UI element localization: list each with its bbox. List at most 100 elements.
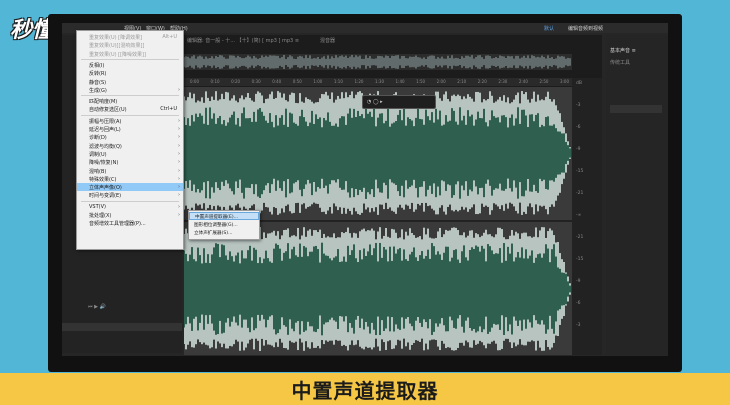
editor-tab[interactable]: 编辑器: 音一般 - 十... 【十】(简) [ mp3 ] mp3 ≡: [187, 37, 299, 44]
menu-item-label: 时间与变调(E): [89, 193, 122, 200]
db-tick-label: -15: [576, 257, 584, 262]
submenu-arrow-icon: ›: [178, 212, 180, 218]
submenu-arrow-icon: ›: [178, 167, 180, 174]
menu-item[interactable]: 生成(G) ›: [77, 86, 183, 94]
volume-knob-icon[interactable]: ◔ ◯ ▸: [367, 99, 383, 105]
menu-item-label: 振幅与压限(A): [89, 118, 122, 125]
submenu-arrow-icon: ›: [178, 86, 180, 93]
menu-item-shortcut: Ctrl+U: [160, 106, 177, 113]
menu-item[interactable]: 静音(S): [77, 78, 183, 86]
stereo-imagery-submenu: 中置声道提取器(E)... 图形相位调整器(G)... 立体声扩展器(S)...: [188, 210, 260, 240]
menu-item[interactable]: 混响(B) ›: [77, 167, 183, 175]
ruler-tick-label: 0:00: [190, 79, 199, 84]
effects-menu: 重复效果(U) [降调效果] Alt+U 重复效果(U)[[混响效果]] 重复效果(U…: [76, 30, 184, 250]
db-tick-label: -6: [576, 301, 581, 306]
ruler-tick-label: 0:30: [251, 79, 261, 84]
menu-item-label: 特殊效果(C): [89, 176, 117, 183]
menu-item-label: 批处理(X): [89, 213, 112, 219]
menu-item[interactable]: 重复效果(U)[[混响效果]]: [77, 41, 183, 49]
ruler-tick-label: 3:00: [560, 79, 569, 84]
menu-item-label: 立体声声像(O): [89, 185, 122, 192]
submenu-arrow-icon: ›: [178, 175, 180, 182]
menu-item[interactable]: 重复效果(U) [降调效果] Alt+U: [77, 33, 183, 41]
ruler-tick-label: 1:10: [333, 79, 343, 84]
db-scale: dB -3 -6 -9 -15 -21 -∞ -21 -15 -9 -6 -3: [572, 78, 602, 355]
ruler-tick-label: 0:50: [292, 79, 302, 84]
menu-item-label: 匹配响度(M): [89, 99, 118, 106]
right-panel-title: 基本声音 ≡: [610, 48, 636, 54]
menu-item[interactable]: 振幅与压限(A) ›: [77, 117, 183, 125]
ruler-tick-label: 2:20: [477, 79, 487, 84]
menu-separator: [81, 200, 179, 202]
transport-icons: ⏮ ▶ 🔊: [88, 304, 106, 310]
ruler-tick-label: 1:20: [354, 79, 364, 84]
submenu-arrow-icon: ›: [178, 126, 180, 132]
menu-item[interactable]: 降噪/恢复(N) ›: [77, 158, 183, 166]
menu-separator: [81, 95, 179, 97]
ruler-tick-label: 2:40: [518, 79, 528, 84]
menu-item-shortcut: Alt+U: [162, 34, 177, 40]
db-tick-label: dB: [576, 81, 582, 86]
menu-item-label: 反转(R): [89, 71, 107, 78]
menu-item[interactable]: 重复效果(U) [[降噪效果]]: [77, 50, 183, 58]
menu-item[interactable]: 批处理(X) ›: [77, 211, 183, 219]
app-window: 视图(V) 窗口(W) 帮助(H) 默认 编辑音频到视频 ⏮ ▶ 🔊 编辑器: …: [62, 23, 668, 356]
menu-item[interactable]: VST(V) ›: [77, 203, 183, 211]
ruler-tick-label: 1:30: [375, 79, 384, 84]
ruler-tick-label: 0:40: [272, 79, 282, 84]
submenu-arrow-icon: ›: [178, 150, 180, 157]
hud-controls[interactable]: ◔ ◯ ▸: [362, 95, 436, 109]
db-tick-label: -3: [576, 323, 581, 328]
submenu-item-label: 立体声扩展器(S)...: [194, 231, 233, 236]
db-tick-label: -∞: [576, 213, 582, 218]
db-tick-label: -15: [576, 169, 584, 174]
right-panel-sub: 传统工具: [610, 60, 631, 66]
menu-item-label: 诊断(D): [89, 135, 107, 142]
submenu-item-label: 中置声道提取器(E)...: [195, 215, 239, 220]
menu-item[interactable]: 匹配响度(M): [77, 97, 183, 105]
ruler-tick-label: 2:00: [436, 79, 446, 84]
db-tick-label: -3: [576, 103, 581, 108]
submenu-arrow-icon: ›: [178, 184, 180, 191]
menu-item[interactable]: 调制(U) ›: [77, 150, 183, 158]
menu-item-label: 混响(B): [89, 168, 107, 175]
menu-separator: [81, 114, 179, 116]
menu-item-label: 降噪/恢复(N): [89, 160, 119, 167]
workspace-tab-default[interactable]: 默认: [544, 25, 554, 32]
essential-sound-panel: 基本声音 ≡ 传统工具: [606, 35, 668, 355]
workspace-tab-video[interactable]: 编辑音频到视频: [568, 25, 603, 32]
waveform-overview[interactable]: [183, 54, 572, 70]
menu-item[interactable]: 反相(I): [77, 61, 183, 69]
menu-item[interactable]: 音频增效工具管理器(P)...: [77, 219, 183, 227]
ruler-tick-label: 1:00: [313, 79, 323, 84]
menu-item-label: 滤波与均衡(Q): [89, 143, 122, 150]
submenu-arrow-icon: ›: [178, 192, 180, 199]
menu-item[interactable]: 时间与变调(E) ›: [77, 191, 183, 199]
menu-item[interactable]: 诊断(D) ›: [77, 133, 183, 141]
submenu-item[interactable]: 立体声扩展器(S)...: [189, 229, 259, 237]
time-ruler[interactable]: 0:00 0:10 0:20 0:30 0:40 0:50 1:00 1:10 1:20 1:30…: [184, 78, 572, 86]
mixer-tab[interactable]: 混音器: [320, 37, 335, 44]
ruler-tick-label: 2:30: [498, 79, 508, 84]
submenu-arrow-icon: ›: [178, 134, 180, 141]
db-tick-label: -21: [576, 235, 584, 240]
panel-footer: [62, 323, 182, 331]
ruler-tick-label: 0:10: [210, 79, 220, 84]
menu-item[interactable]: 自动修复选区(U) Ctrl+U: [77, 105, 183, 113]
submenu-item[interactable]: 中置声道提取器(E)...: [189, 212, 259, 220]
menu-item-label: 延迟与回声(L): [89, 127, 121, 133]
menu-item[interactable]: 立体声声像(O) ›: [77, 183, 183, 192]
menu-item-label: 生成(G): [89, 87, 107, 94]
submenu-arrow-icon: ›: [178, 159, 180, 166]
preset-dropdown[interactable]: [610, 105, 662, 113]
submenu-item[interactable]: 图形相位调整器(G)...: [189, 221, 259, 229]
menu-item[interactable]: 特殊效果(C) ›: [77, 175, 183, 183]
menu-item-label: 静音(S): [89, 79, 107, 86]
ruler-tick-label: 2:10: [457, 79, 467, 84]
db-tick-label: -9: [576, 279, 581, 284]
menu-item[interactable]: 延迟与回声(L) ›: [77, 125, 183, 133]
menu-item[interactable]: 滤波与均衡(Q) ›: [77, 142, 183, 150]
menu-item[interactable]: 反转(R): [77, 69, 183, 77]
overview-waveform: [183, 54, 572, 70]
submenu-arrow-icon: ›: [178, 203, 180, 210]
